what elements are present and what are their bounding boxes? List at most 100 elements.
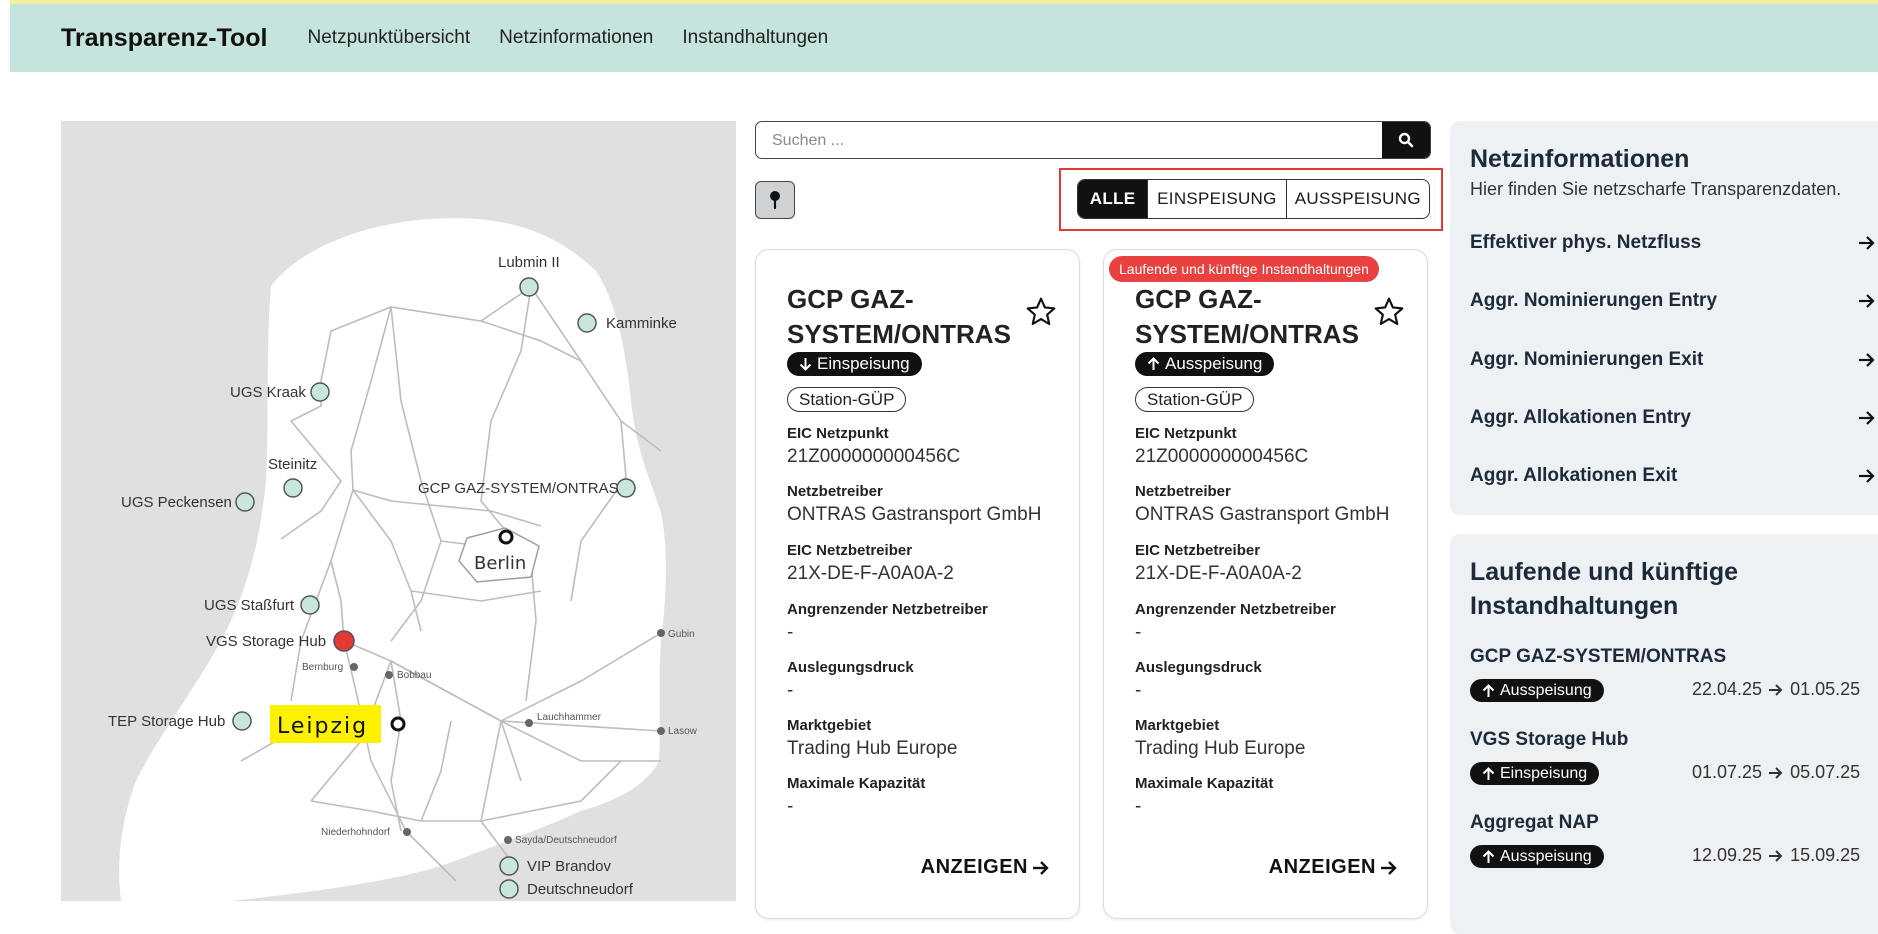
map-label-niederhohndorf: Niederhohndorf [321, 827, 390, 838]
panel-title: Netzinformationen [1470, 145, 1690, 173]
node-ugs-kraak[interactable] [310, 382, 330, 402]
netzinformationen-panel: Netzinformationen Hier finden Sie netzsc… [1450, 121, 1878, 515]
maintenance-dates: 12.09.25 15.09.25 [1692, 845, 1860, 866]
junction-niederhohndorf[interactable] [403, 828, 411, 836]
field-label: Angrenzender Netzbetreiber [787, 601, 988, 618]
favorite-star-icon[interactable] [1024, 296, 1058, 328]
arrow-down-icon [799, 358, 812, 371]
anzeigen-button[interactable]: ANZEIGEN [921, 856, 1050, 879]
network-map-canvas[interactable]: Berlin Leipzig Lubmin II Kamminke UGS Kr… [61, 121, 736, 901]
link-allokationen-entry[interactable]: Aggr. Allokationen Entry [1470, 403, 1875, 433]
maintenance-dates: 22.04.25 01.05.25 [1692, 679, 1860, 700]
map-label-tep: TEP Storage Hub [108, 713, 225, 730]
filter-einspeisung-button[interactable]: EINSPEISUNG [1148, 180, 1287, 218]
node-steinitz[interactable] [283, 478, 303, 498]
search-input[interactable] [770, 122, 1374, 158]
date-end: 05.07.25 [1790, 762, 1861, 782]
node-ugs-peckensen[interactable] [235, 492, 255, 512]
map-label-bernburg: Bernburg [302, 662, 343, 673]
berlin-marker[interactable] [498, 529, 514, 545]
junction-lasow[interactable] [657, 727, 665, 735]
junction-sayda[interactable] [504, 836, 512, 844]
arrow-right-icon [1859, 469, 1875, 483]
field-value: - [787, 680, 794, 701]
node-deutschneudorf[interactable] [499, 879, 519, 899]
field-label: EIC Netzbetreiber [1135, 542, 1261, 559]
field-value: ONTRAS Gastransport GmbH [1135, 504, 1390, 525]
field-value: 21X-DE-F-A0A0A-2 [787, 563, 954, 584]
map-label-bobbau: Bobbau [397, 670, 431, 681]
nav-instandhaltungen[interactable]: Instandhaltungen [682, 27, 828, 49]
direction-label: Einspeisung [817, 354, 910, 373]
node-vip-brandov[interactable] [499, 856, 519, 876]
maintenance-dates: 01.07.25 05.07.25 [1692, 762, 1860, 783]
nav-netzinformationen[interactable]: Netzinformationen [499, 27, 653, 49]
field-label: Maximale Kapazität [1135, 775, 1274, 792]
arrow-right-icon [1769, 766, 1783, 779]
map-label-lauchhammer: Lauchhammer [537, 712, 602, 723]
field-label: Angrenzender Netzbetreiber [1135, 601, 1336, 618]
card-title: GCP GAZ-SYSTEM/ONTRAS [1135, 284, 1359, 349]
anzeigen-button[interactable]: ANZEIGEN [1269, 856, 1398, 879]
direction-label: Ausspeisung [1165, 354, 1263, 373]
map-label-gubin: Gubin [668, 629, 695, 640]
date-end: 01.05.25 [1790, 679, 1861, 699]
panel-title-line1: Laufende und künftige [1470, 558, 1739, 586]
app-title[interactable]: Transparenz-Tool [61, 24, 268, 53]
date-start: 22.04.25 [1692, 679, 1763, 699]
network-map[interactable]: Berlin Leipzig Lubmin II Kamminke UGS Kr… [61, 121, 736, 901]
node-ugs-stassfurt[interactable] [300, 595, 320, 615]
map-label-kamminke: Kamminke [606, 315, 677, 332]
node-vgs-storage-hub[interactable] [333, 630, 355, 652]
netzpunkt-card: GCP GAZ-SYSTEM/ONTRAS Einspeisung Statio… [755, 249, 1080, 919]
link-label: Aggr. Allokationen Entry [1470, 407, 1691, 428]
maintenance-banner[interactable]: Laufende und künftige Instandhaltungen [1109, 256, 1379, 282]
map-label-berlin: Berlin [474, 553, 526, 574]
junction-gubin[interactable] [657, 629, 665, 637]
field-value: - [787, 622, 794, 643]
direction-badge: Einspeisung [1470, 762, 1600, 785]
map-label-leipzig: Leipzig [277, 714, 368, 739]
map-pin-button[interactable] [755, 181, 795, 219]
map-label-gcp: GCP GAZ-SYSTEM/ONTRAS [418, 480, 619, 497]
link-label: Aggr. Allokationen Exit [1470, 465, 1678, 486]
search-button[interactable] [1382, 122, 1430, 158]
filter-alle-button[interactable]: ALLE [1078, 180, 1149, 218]
arrow-up-icon [1482, 683, 1495, 697]
junction-bernburg[interactable] [350, 663, 358, 671]
link-allokationen-exit[interactable]: Aggr. Allokationen Exit [1470, 461, 1875, 491]
map-label-sayda: Sayda/Deutschneudorf [515, 835, 617, 846]
map-label-deutschneudorf: Deutschneudorf [527, 881, 634, 898]
map-label-ugs-stassfurt: UGS Staßfurt [204, 597, 295, 614]
node-tep-storage-hub[interactable] [232, 711, 252, 731]
node-kamminke[interactable] [577, 313, 597, 333]
node-lubmin[interactable] [519, 277, 539, 297]
field-value: - [1135, 622, 1142, 643]
maintenance-item-name[interactable]: Aggregat NAP [1470, 812, 1599, 834]
field-label: EIC Netzbetreiber [787, 542, 913, 559]
link-netzfluss[interactable]: Effektiver phys. Netzfluss [1470, 228, 1875, 258]
junction-lauchhammer[interactable] [525, 719, 533, 727]
direction-badge: Einspeisung [787, 352, 922, 376]
node-gcp[interactable] [616, 478, 636, 498]
leipzig-marker[interactable] [390, 716, 406, 732]
field-value: 21Z000000000456C [787, 446, 961, 467]
arrow-right-icon [1859, 411, 1875, 425]
junction-bobbau[interactable] [385, 671, 393, 679]
field-value: 21X-DE-F-A0A0A-2 [1135, 563, 1302, 584]
filter-ausspeisung-button[interactable]: AUSSPEISUNG [1287, 180, 1429, 218]
favorite-star-icon[interactable] [1372, 296, 1406, 328]
panel-subtitle: Hier finden Sie netzscharfe Transparenzd… [1470, 179, 1842, 199]
type-badge: Station-GÜP [1135, 387, 1255, 412]
direction-badge: Ausspeisung [1135, 352, 1275, 376]
date-start: 12.09.25 [1692, 845, 1763, 865]
maintenance-item-name[interactable]: GCP GAZ-SYSTEM/ONTRAS [1470, 646, 1726, 668]
link-nominierungen-entry[interactable]: Aggr. Nominierungen Entry [1470, 286, 1875, 316]
map-label-ugs-peckensen: UGS Peckensen [121, 494, 232, 511]
link-nominierungen-exit[interactable]: Aggr. Nominierungen Exit [1470, 345, 1875, 375]
maintenance-item-name[interactable]: VGS Storage Hub [1470, 729, 1628, 751]
nav-netzpunktuebersicht[interactable]: Netzpunktübersicht [308, 27, 471, 49]
arrow-right-icon [1859, 353, 1875, 367]
arrow-right-icon [1769, 849, 1783, 862]
arrow-right-icon [1859, 294, 1875, 308]
